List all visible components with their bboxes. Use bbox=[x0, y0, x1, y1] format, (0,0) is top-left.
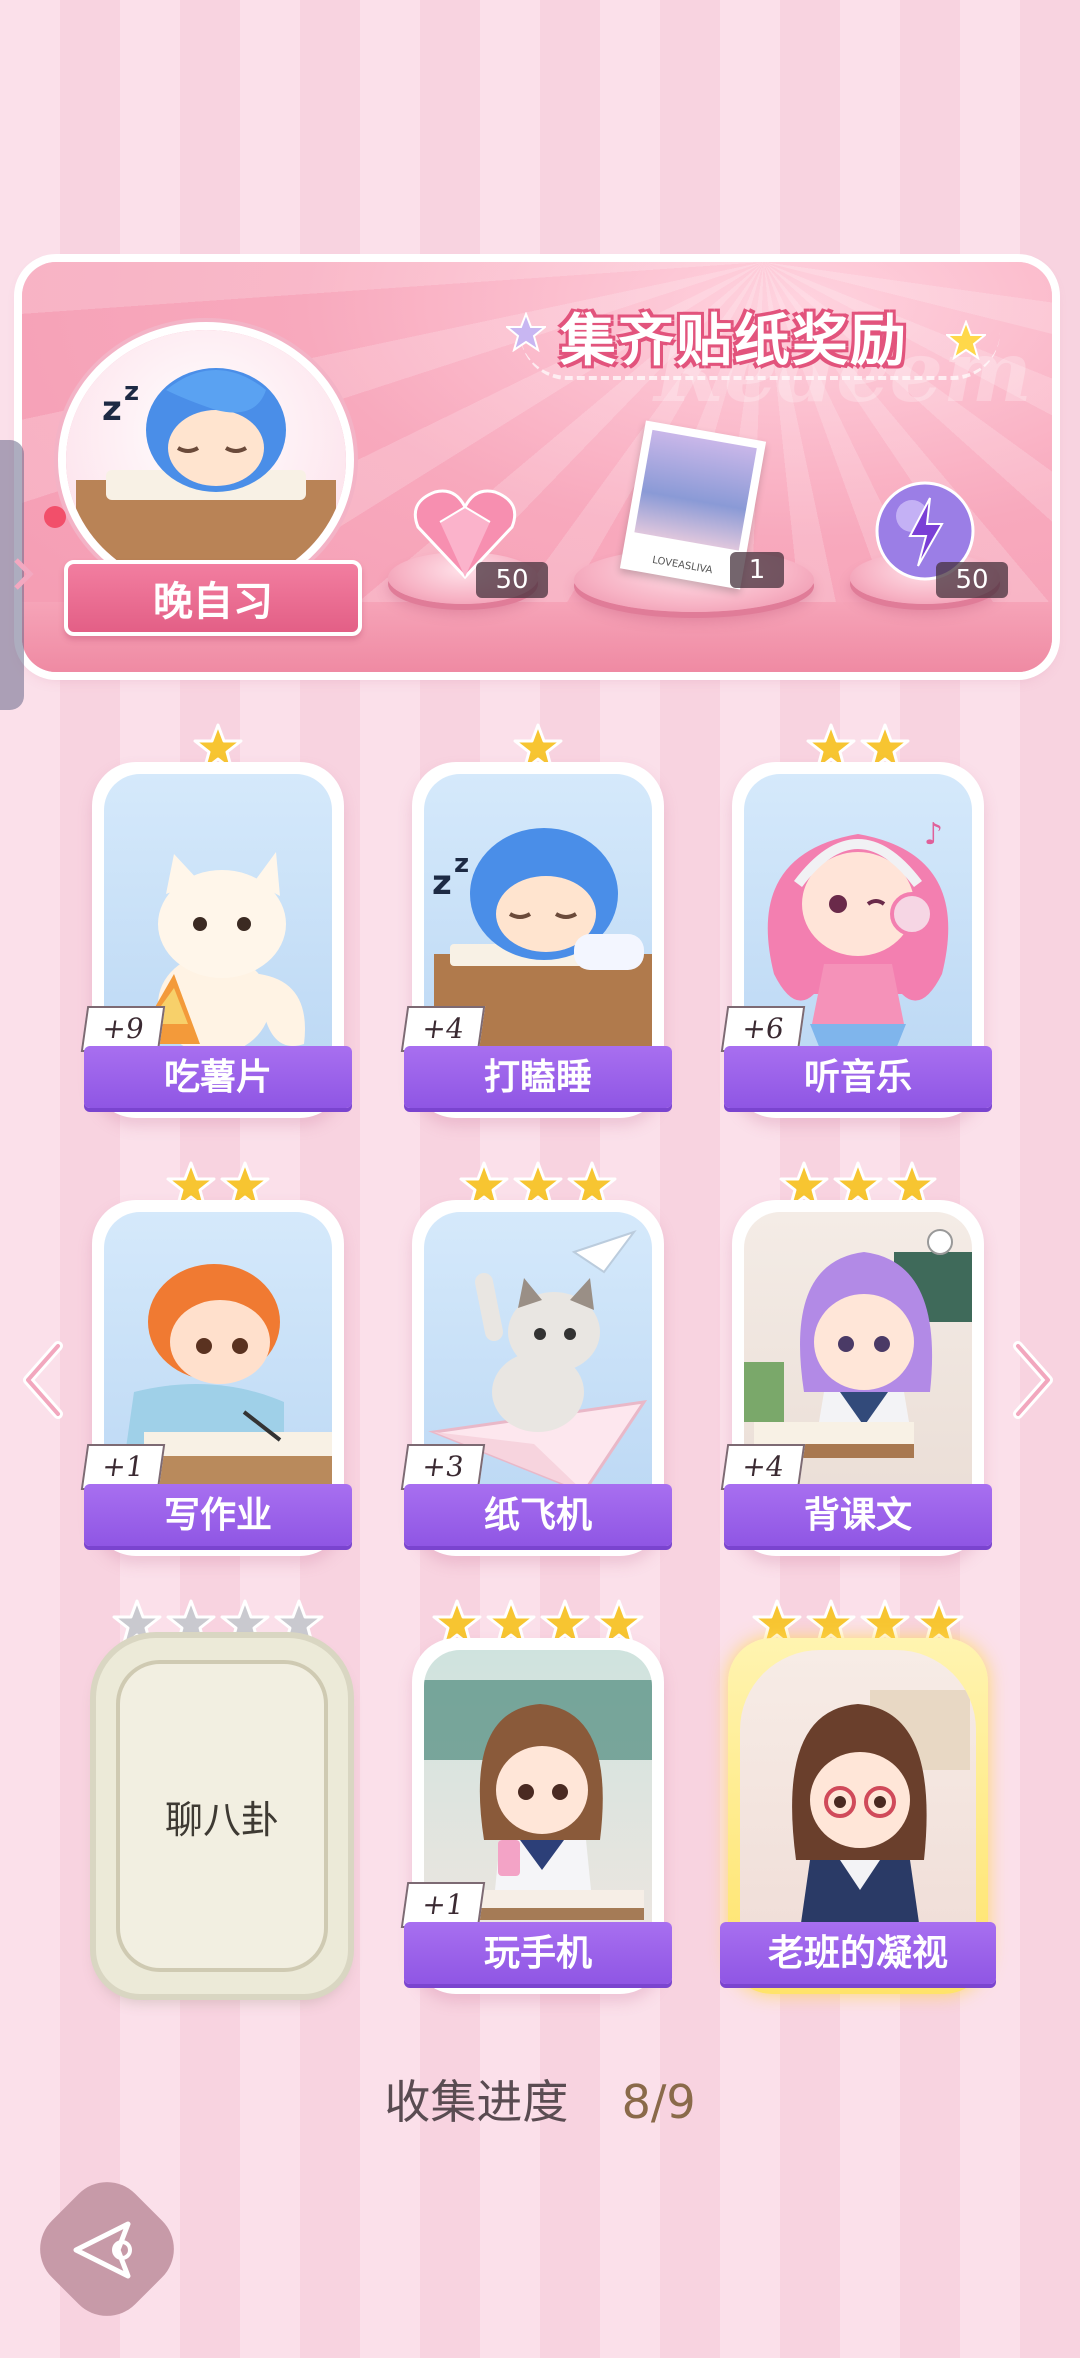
main-sticker-label: 晚自习 bbox=[64, 560, 362, 636]
locked-sticker-card[interactable]: 聊八卦 bbox=[96, 1638, 348, 1994]
collection-progress: 收集进度 8/9 bbox=[0, 2066, 1080, 2132]
sticker-card[interactable]: +4 背课文 bbox=[720, 1200, 992, 1556]
svg-text:z: z bbox=[454, 849, 469, 879]
gold-star-icon bbox=[946, 320, 986, 360]
sticker-card-golden[interactable]: 老班的凝视 bbox=[720, 1638, 996, 1994]
banner-title: 集齐贴纸奖励 bbox=[560, 309, 908, 374]
progress-value: 8/9 bbox=[621, 2075, 696, 2129]
sticker-label: 吃薯片 bbox=[84, 1046, 352, 1108]
next-page-arrow-icon[interactable] bbox=[1010, 1340, 1056, 1420]
sticker-card[interactable]: z z +4 打瞌睡 bbox=[400, 762, 672, 1118]
locked-sticker-label: 聊八卦 bbox=[116, 1660, 328, 1972]
sticker-card[interactable]: +9 吃薯片 bbox=[80, 762, 352, 1118]
sticker-label: 写作业 bbox=[84, 1484, 352, 1546]
chevron-right-icon[interactable] bbox=[10, 556, 36, 592]
lavender-star-icon bbox=[506, 312, 546, 352]
sticker-label: 老班的凝视 bbox=[720, 1922, 996, 1984]
svg-text:♪: ♪ bbox=[924, 817, 943, 852]
sleeping-boy-illustration: z z bbox=[76, 368, 336, 590]
sticker-card[interactable]: +1 玩手机 bbox=[400, 1638, 672, 1994]
sticker-card[interactable]: ♪ +6 听音乐 bbox=[720, 762, 992, 1118]
sticker-label: 纸飞机 bbox=[404, 1484, 672, 1546]
previous-page-arrow-icon[interactable] bbox=[20, 1340, 66, 1420]
back-arrow-icon bbox=[73, 2221, 132, 2279]
svg-text:z: z bbox=[124, 377, 139, 407]
photo-card-image bbox=[634, 429, 757, 551]
main-sticker-portrait[interactable]: z z bbox=[66, 330, 346, 590]
sticker-label: 玩手机 bbox=[404, 1922, 672, 1984]
reward-count: 1 bbox=[730, 552, 784, 588]
notification-dot bbox=[44, 506, 66, 528]
progress-label: 收集进度 bbox=[384, 2075, 569, 2129]
sticker-card[interactable]: +1 写作业 bbox=[80, 1200, 352, 1556]
reward-count: 50 bbox=[476, 562, 548, 598]
reward-count: 50 bbox=[936, 562, 1008, 598]
sticker-label: 打瞌睡 bbox=[404, 1046, 672, 1108]
sticker-label: 背课文 bbox=[724, 1484, 992, 1546]
sticker-card[interactable]: +3 纸飞机 bbox=[400, 1200, 672, 1556]
svg-text:z: z bbox=[432, 863, 452, 903]
svg-text:z: z bbox=[102, 389, 122, 429]
sticker-label: 听音乐 bbox=[724, 1046, 992, 1108]
